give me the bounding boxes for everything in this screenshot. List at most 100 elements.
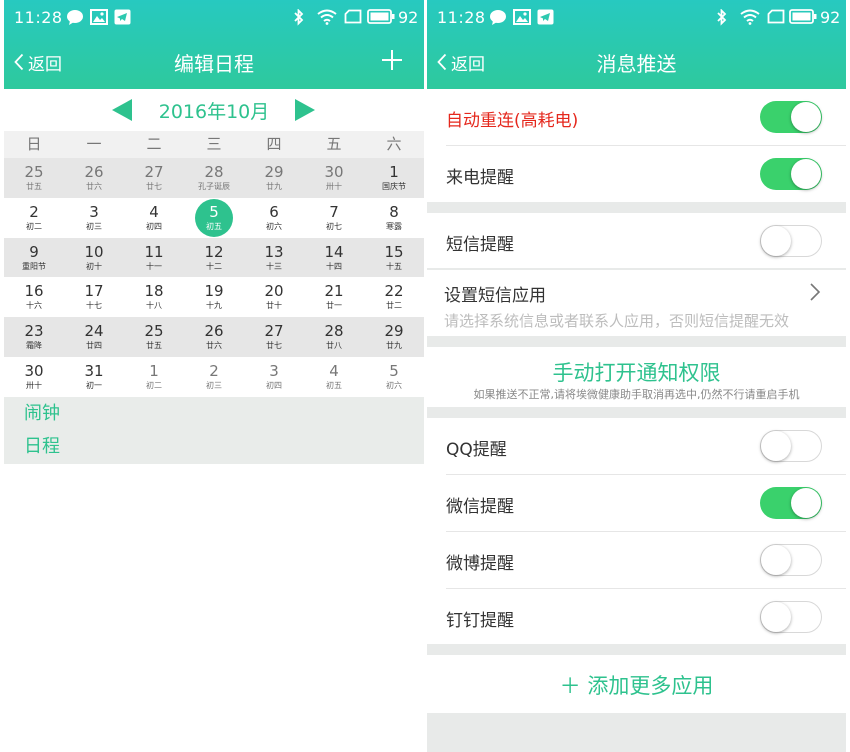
calendar-day[interactable]: 28 孔子诞辰 [184,158,244,198]
calendar-day[interactable]: 29 廿九 [364,317,424,357]
calendar-day[interactable]: 4 初四 [124,198,184,238]
calendar-day[interactable]: 18 十八 [124,277,184,317]
add-button[interactable] [380,48,404,72]
calendar-day[interactable]: 20 廿十 [244,277,304,317]
calendar-day[interactable]: 22 廿二 [364,277,424,317]
calendar-day[interactable]: 25 廿五 [124,317,184,357]
calendar-day[interactable]: 23 霜降 [4,317,64,357]
connection-group: 自动重连(高耗电) 来电提醒 [427,89,846,202]
lunar-date: 初六 [386,380,402,390]
auto-reconnect-toggle[interactable] [760,101,822,133]
calendar-day[interactable]: 2 初二 [4,198,64,238]
calendar-day[interactable]: 13 十三 [244,238,304,278]
calendar-day[interactable]: 16 十六 [4,277,64,317]
lunar-date: 廿五 [146,341,162,351]
dingtalk-reminder-toggle[interactable] [760,601,822,633]
day-number: 1 [149,361,159,380]
toggle-knob [761,226,791,256]
lunar-date: 廿二 [386,301,402,311]
lunar-date: 十九 [206,301,222,311]
schedule-link[interactable]: 日程 [4,430,424,463]
sms-app-row[interactable]: 设置短信应用 请选择系统信息或者联系人应用，否则短信提醒无效 [427,270,846,336]
calendar-day[interactable]: 28 廿八 [304,317,364,357]
calendar-day[interactable]: 5 初六 [364,357,424,397]
calendar-day[interactable]: 31 初一 [64,357,124,397]
day-number: 11 [144,242,164,261]
lunar-date: 初十 [86,261,102,271]
calendar-day[interactable]: 4 初五 [304,357,364,397]
sim-icon [344,9,362,24]
alarm-link[interactable]: 闹钟 [4,397,424,430]
calendar-day[interactable]: 30 卅十 [4,357,64,397]
battery-percent: 92 [820,8,841,27]
day-number: 30 [324,163,344,181]
calendar-day[interactable]: 3 初四 [244,357,304,397]
calendar-day[interactable]: 24 廿四 [64,317,124,357]
row-divider [446,531,846,532]
lunar-date: 十二 [206,261,222,271]
calendar-day[interactable]: 3 初三 [64,198,124,238]
calendar-grid: 25 廿五 26 廿六 27 廿七 28 孔子诞辰 29 廿九 30 卅十 1 国庆节 2 初二 3 初三 4 初四 5… [4,158,424,397]
calendar-day[interactable]: 26 廿六 [184,317,244,357]
calendar-day[interactable]: 6 初六 [244,198,304,238]
calendar-day[interactable]: 19 十九 [184,277,244,317]
lunar-date: 国庆节 [382,182,406,191]
open-notification-permission-link[interactable]: 手动打开通知权限 [427,357,846,387]
next-month-button[interactable] [293,98,317,122]
call-reminder-toggle[interactable] [760,158,822,190]
status-time: 11:28 [437,8,486,27]
lunar-date: 十七 [86,301,102,311]
bluetooth-icon [717,9,727,26]
calendar-day[interactable]: 1 初二 [124,357,184,397]
calendar-day[interactable]: 10 初十 [64,238,124,278]
calendar-day[interactable]: 14 十四 [304,238,364,278]
calendar-day[interactable]: 30 卅十 [304,158,364,198]
lunar-date: 十六 [26,301,42,311]
qq-reminder-toggle[interactable] [760,430,822,462]
calendar-week-row: 30 卅十 31 初一 1 初二 2 初三 3 初四 4 初五 5 初六 [4,357,424,397]
day-number: 27 [264,322,284,341]
status-bar: 11:28 92 [4,0,424,36]
calendar-day[interactable]: 11 十一 [124,238,184,278]
add-more-apps-button[interactable]: ＋ 添加更多应用 [427,670,846,700]
weibo-reminder-toggle[interactable] [760,544,822,576]
calendar-day[interactable]: 27 廿七 [244,317,304,357]
calendar-day[interactable]: 27 廿七 [124,158,184,198]
lunar-date: 廿九 [386,341,402,351]
day-number: 24 [84,322,104,341]
wechat-reminder-label: 微信提醒 [446,497,514,517]
calendar-day[interactable]: 21 廿一 [304,277,364,317]
row-divider [446,145,846,146]
calendar-day[interactable]: 1 国庆节 [364,158,424,198]
wechat-reminder-toggle[interactable] [760,487,822,519]
row-divider [446,474,846,475]
row-divider [446,588,846,589]
calendar-day[interactable]: 17 十七 [64,277,124,317]
calendar-day[interactable]: 25 廿五 [4,158,64,198]
message-icon [490,10,506,25]
calendar-day[interactable]: 7 初七 [304,198,364,238]
calendar-day[interactable]: 26 廿六 [64,158,124,198]
lunar-date: 初一 [86,380,102,390]
sms-reminder-toggle[interactable] [760,225,822,257]
day-number: 13 [264,242,284,261]
lunar-date: 初四 [266,380,282,390]
day-number: 20 [264,282,284,301]
dingtalk-reminder-label: 钉钉提醒 [446,611,514,631]
wifi-icon [740,9,760,25]
calendar-day[interactable]: 12 十二 [184,238,244,278]
weekday-label: 五 [326,135,342,153]
calendar-day[interactable]: 8 寒露 [364,198,424,238]
calendar-day[interactable]: 15 十五 [364,238,424,278]
calendar-week-row: 2 初二 3 初三 4 初四 5 初五 6 初六 7 初七 8 寒露 [4,198,424,238]
bluetooth-icon [294,9,304,26]
calendar-day[interactable]: 29 廿九 [244,158,304,198]
calendar-day[interactable]: 5 初五 [184,198,244,238]
month-label: 2016年10月 [158,101,270,123]
lunar-date: 霜降 [26,341,42,351]
lunar-date: 十三 [266,261,282,271]
app-header: 11:28 [427,0,846,89]
calendar-day[interactable]: 2 初三 [184,357,244,397]
calendar-day[interactable]: 9 重阳节 [4,238,64,278]
toggle-knob [791,102,821,132]
